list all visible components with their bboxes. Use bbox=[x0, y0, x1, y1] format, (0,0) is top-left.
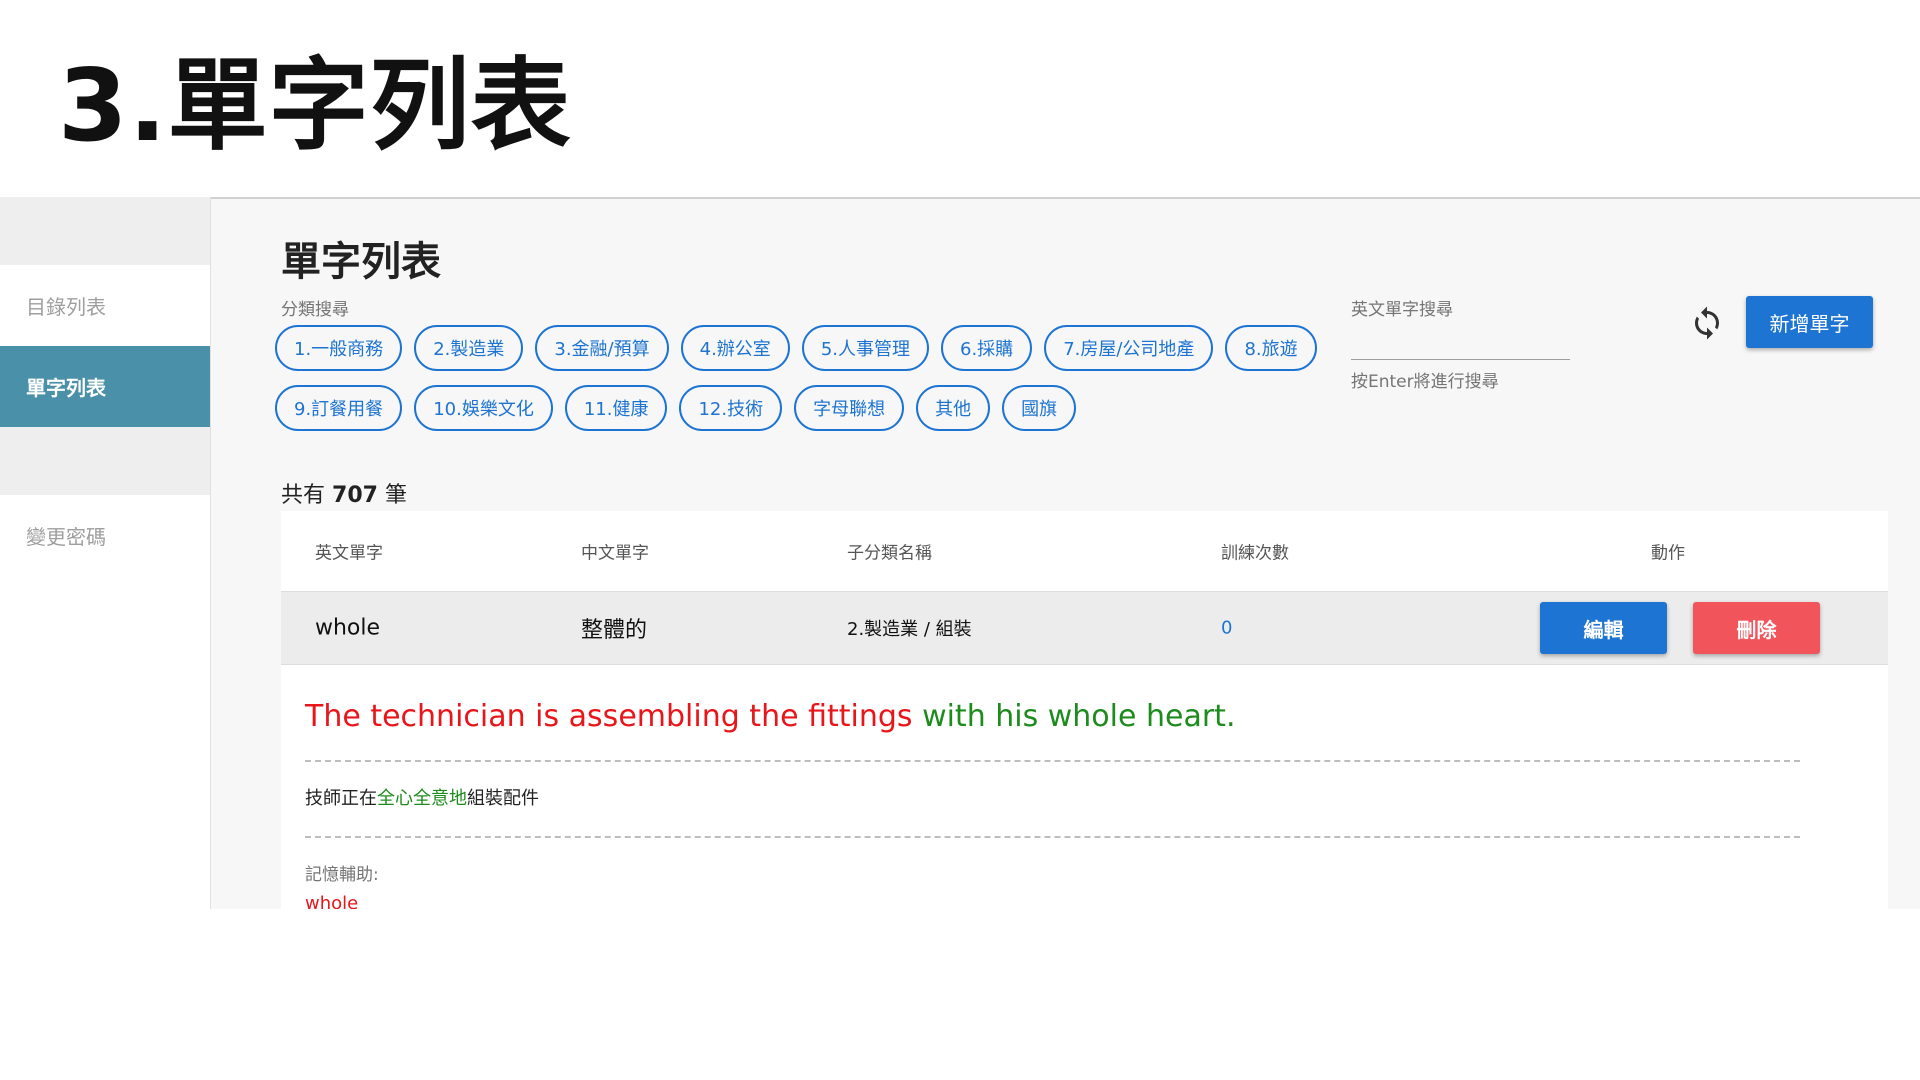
column-header-english: 英文單字 bbox=[315, 543, 383, 564]
table-row[interactable]: whole 整體的 2.製造業 / 組裝 0 編輯 刪除 bbox=[281, 592, 1888, 665]
divider bbox=[305, 836, 1800, 838]
chip-row: 1.一般商務 2.製造業 3.金融/預算 4.辦公室 5.人事管理 6.採購 7… bbox=[275, 325, 1355, 371]
sentence-highlight: with his whole heart. bbox=[922, 699, 1236, 734]
divider bbox=[305, 760, 1800, 762]
refresh-icon[interactable] bbox=[1689, 305, 1725, 341]
category-chip[interactable]: 6.採購 bbox=[941, 325, 1033, 371]
search-label: 英文單字搜尋 bbox=[1351, 300, 1453, 320]
sidebar-item-change-password[interactable]: 變更密碼 bbox=[0, 495, 210, 576]
chinese-sentence: 技師正在全心全意地組裝配件 bbox=[305, 784, 1864, 810]
count-suffix: 筆 bbox=[384, 483, 407, 508]
category-chip[interactable]: 3.金融/預算 bbox=[535, 325, 669, 371]
add-word-button[interactable]: 新增單字 bbox=[1746, 296, 1873, 348]
sidebar-item-label: 目錄列表 bbox=[26, 295, 106, 319]
table-header: 英文單字 中文單字 子分類名稱 訓練次數 動作 bbox=[281, 511, 1888, 592]
sentence-part: The technician is assembling the fitting… bbox=[305, 699, 923, 734]
category-chip[interactable]: 9.訂餐用餐 bbox=[275, 385, 403, 431]
zh-part: 組裝配件 bbox=[467, 788, 539, 809]
edit-button[interactable]: 編輯 bbox=[1540, 602, 1667, 654]
word-detail-panel: The technician is assembling the fitting… bbox=[281, 665, 1888, 909]
zh-part: 技師正在 bbox=[305, 788, 377, 809]
chip-row: 9.訂餐用餐 10.娛樂文化 11.健康 12.技術 字母聯想 其他 國旗 bbox=[275, 385, 1355, 431]
category-chip[interactable]: 11.健康 bbox=[564, 385, 668, 431]
category-chip[interactable]: 2.製造業 bbox=[414, 325, 524, 371]
sidebar-item-catalog[interactable]: 目錄列表 bbox=[0, 265, 210, 346]
category-chip[interactable]: 10.娛樂文化 bbox=[414, 385, 553, 431]
category-chip[interactable]: 5.人事管理 bbox=[801, 325, 929, 371]
category-chip[interactable]: 其他 bbox=[916, 385, 991, 431]
word-table: 英文單字 中文單字 子分類名稱 訓練次數 動作 whole 整體的 2.製造業 … bbox=[281, 511, 1888, 909]
memory-aid-word: whole bbox=[305, 893, 359, 909]
cell-chinese: 整體的 bbox=[581, 618, 648, 643]
main-panel: 單字列表 分類搜尋 1.一般商務 2.製造業 3.金融/預算 4.辦公室 5.人… bbox=[211, 197, 1920, 909]
zh-highlight: 全心全意地 bbox=[377, 788, 467, 809]
example-sentence: The technician is assembling the fitting… bbox=[305, 699, 1864, 734]
category-filter-label: 分類搜尋 bbox=[281, 300, 349, 320]
cell-english: whole bbox=[315, 615, 381, 641]
column-header-subcategory: 子分類名稱 bbox=[847, 543, 932, 564]
cell-subcategory: 2.製造業 / 組裝 bbox=[847, 619, 972, 640]
category-chip[interactable]: 4.辦公室 bbox=[680, 325, 790, 371]
sidebar-spacer bbox=[0, 197, 210, 265]
search-hint: 按Enter將進行搜尋 bbox=[1351, 372, 1499, 392]
category-chip[interactable]: 字母聯想 bbox=[794, 385, 905, 431]
memory-aid-label: 記憶輔助: bbox=[305, 865, 379, 885]
category-chip[interactable]: 1.一般商務 bbox=[275, 325, 403, 371]
count-prefix: 共有 bbox=[281, 483, 326, 508]
column-header-actions: 動作 bbox=[1651, 543, 1685, 564]
sidebar-item-label: 變更密碼 bbox=[26, 525, 106, 549]
column-header-train-count: 訓練次數 bbox=[1221, 543, 1289, 564]
sidebar-item-word-list[interactable]: 單字列表 bbox=[0, 346, 210, 427]
delete-button[interactable]: 刪除 bbox=[1693, 602, 1820, 654]
app-window: 目錄列表 單字列表 變更密碼 單字列表 分類搜尋 1.一般商務 2.製造業 3.… bbox=[0, 197, 1920, 909]
sidebar: 目錄列表 單字列表 變更密碼 bbox=[0, 197, 211, 909]
slide-title: 3.單字列表 bbox=[58, 47, 572, 164]
cell-train-count: 0 bbox=[1221, 617, 1233, 639]
category-chip[interactable]: 7.房屋/公司地產 bbox=[1044, 325, 1214, 371]
column-header-chinese: 中文單字 bbox=[581, 543, 649, 564]
sidebar-item-label: 單字列表 bbox=[26, 376, 106, 400]
page-title: 單字列表 bbox=[281, 239, 441, 285]
category-chip[interactable]: 8.旅遊 bbox=[1225, 325, 1317, 371]
category-chip[interactable]: 國旗 bbox=[1002, 385, 1077, 431]
search-input[interactable] bbox=[1351, 325, 1570, 360]
count-value: 707 bbox=[332, 483, 378, 508]
sidebar-spacer bbox=[0, 427, 210, 495]
category-chips: 1.一般商務 2.製造業 3.金融/預算 4.辦公室 5.人事管理 6.採購 7… bbox=[275, 325, 1355, 445]
result-count: 共有 707 筆 bbox=[281, 477, 407, 509]
category-chip[interactable]: 12.技術 bbox=[679, 385, 783, 431]
